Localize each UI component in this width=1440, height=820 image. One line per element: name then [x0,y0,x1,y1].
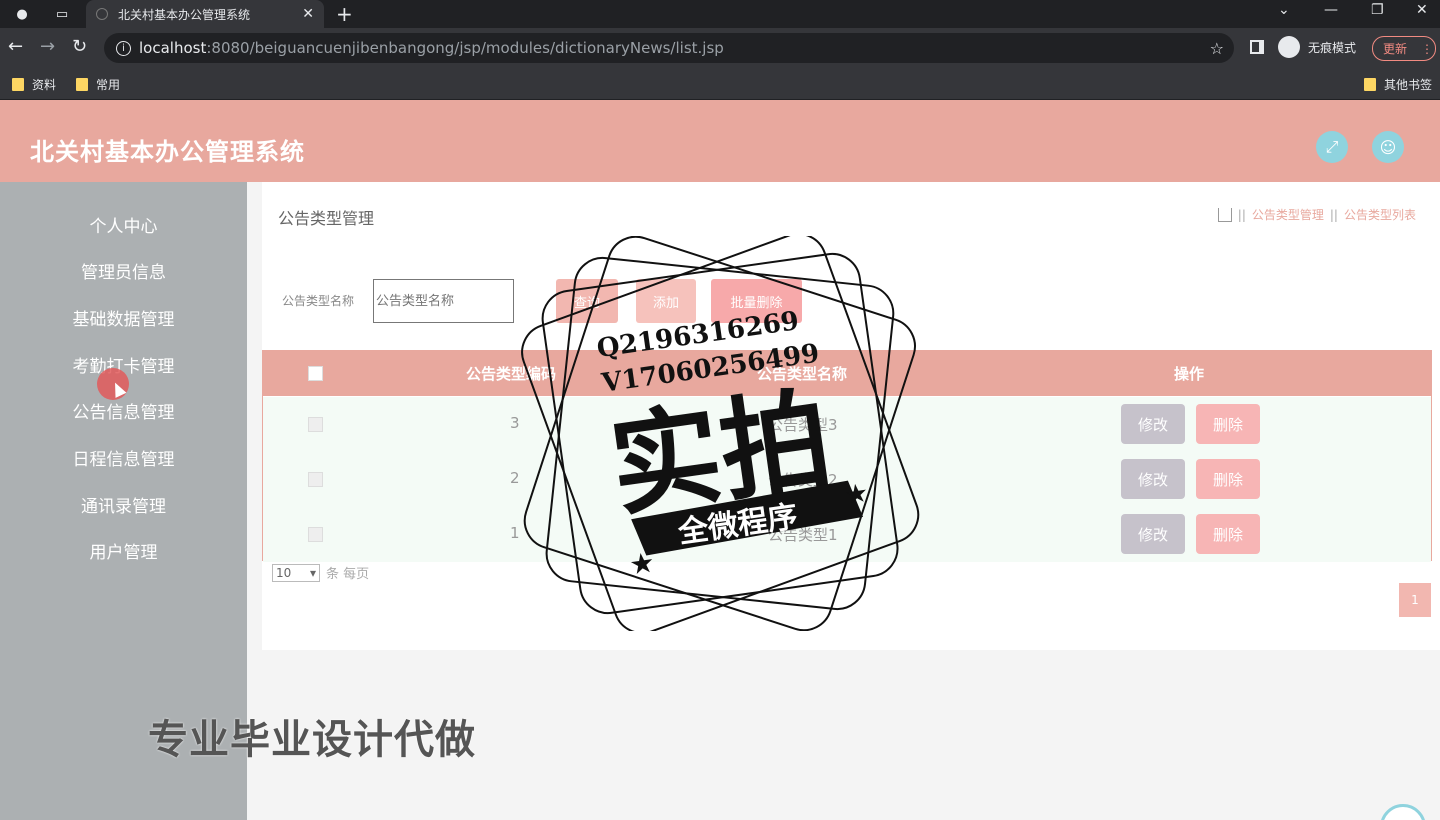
folder-icon [76,78,88,91]
select-all-checkbox[interactable] [308,366,323,381]
bookmark-folder-changyong[interactable]: 常用 [76,76,120,93]
delete-button[interactable]: 删除 [1196,404,1260,444]
edit-button[interactable]: 修改 [1121,514,1185,554]
home-icon[interactable] [1217,207,1232,222]
star-icon: ★ [627,546,656,582]
filter-label: 公告类型名称 [282,294,355,308]
notice-type-name-input[interactable] [373,279,514,323]
sidebar-item-contacts[interactable]: 通讯录管理 [0,492,247,522]
reload-icon[interactable]: ↻ [72,36,87,57]
bookmark-star-icon[interactable]: ☆ [1210,39,1224,58]
forward-icon[interactable]: → [40,36,55,57]
back-icon[interactable]: ← [8,36,23,57]
breadcrumb-item[interactable]: 公告类型管理 [1252,206,1324,223]
incognito-label: 无痕模式 [1308,40,1357,55]
site-info-icon[interactable]: i [116,40,131,56]
cell-code: 1 [510,524,520,542]
per-page-suffix: 条 每页 [326,567,370,582]
scroll-top-icon[interactable] [1380,804,1426,820]
row-checkbox[interactable] [308,472,323,487]
fullscreen-icon[interactable]: ⤢ [1316,131,1348,163]
new-tab-icon[interactable]: + [336,2,353,26]
breadcrumb: || 公告类型管理 || 公告类型列表 [1217,206,1416,223]
browser-tab-bar: ● ▭ 北关村基本办公管理系统 ✕ + ⌄ — ❐ ✕ [0,0,1440,28]
cell-code: 2 [510,469,520,487]
update-label: 更新 [1383,42,1408,56]
edit-button[interactable]: 修改 [1121,459,1185,499]
pagination-page-button[interactable]: 1 [1399,583,1431,617]
browser-tab[interactable]: 北关村基本办公管理系统 ✕ [86,0,324,28]
breadcrumb-separator: || [1329,207,1338,222]
row-checkbox[interactable] [308,527,323,542]
url-host: localhost [139,39,207,57]
window-icon[interactable]: ▭ [52,4,72,24]
per-page-control: 10 条 每页 [272,563,369,582]
stamp-overlay: Q2196316269 V17060256499 实拍 全微程序 ★ ★ [521,236,920,631]
row-checkbox[interactable] [308,417,323,432]
tab-title: 北关村基本办公管理系统 [118,7,251,22]
per-page-select[interactable]: 10 [272,563,320,582]
globe-icon[interactable]: ● [12,4,32,24]
address-bar: ← → ↻ i localhost :8080/beiguancuenjiben… [0,28,1440,68]
bookmark-label: 常用 [96,78,121,92]
incognito-icon [1278,36,1300,58]
url-input[interactable]: i localhost :8080/beiguancuenjibenbangon… [104,33,1234,63]
breadcrumb-item: 公告类型列表 [1343,208,1416,222]
sidebar-item-notices[interactable]: 公告信息管理 [0,398,247,428]
bookmark-folder-ziliao[interactable]: 资料 [12,76,56,93]
user-icon[interactable]: ☺ [1372,131,1404,163]
bookmark-label: 其他书签 [1384,78,1433,92]
close-window-icon[interactable]: ✕ [1416,2,1428,18]
page-title: 公告类型管理 [278,209,375,228]
cell-code: 3 [510,414,520,432]
other-bookmarks[interactable]: 其他书签 [1364,76,1432,93]
tab-favicon-icon [96,8,108,20]
incognito-indicator[interactable]: 无痕模式 [1278,36,1356,58]
url-path: :8080/beiguancuenjibenbangong/jsp/module… [206,39,724,57]
minimize-icon[interactable]: — [1324,2,1338,18]
sidebar-item-users[interactable]: 用户管理 [0,538,247,568]
bookmarks-bar: 资料 常用 其他书签 [0,68,1440,100]
folder-icon [12,78,24,91]
delete-button[interactable]: 删除 [1196,459,1260,499]
update-button[interactable]: 更新 ⋮ [1372,36,1436,61]
breadcrumb-separator: || [1237,207,1246,222]
bookmark-label: 资料 [32,78,57,92]
sidebar-item-admin-info[interactable]: 管理员信息 [0,258,247,288]
column-header-actions: 操作 [1174,365,1205,383]
app-title: 北关村基本办公管理系统 [30,138,305,166]
delete-button[interactable]: 删除 [1196,514,1260,554]
chevron-down-icon[interactable]: ⌄ [1278,2,1290,18]
watermark-text: 专业毕业设计代做 [148,717,476,763]
close-tab-icon[interactable]: ✕ [302,6,314,22]
restore-icon[interactable]: ❐ [1371,2,1384,18]
edit-button[interactable]: 修改 [1121,404,1185,444]
folder-icon [1364,78,1376,91]
sidebar-item-basic-data[interactable]: 基础数据管理 [0,305,247,335]
star-icon: ★ [843,478,870,511]
sidebar-item-schedule[interactable]: 日程信息管理 [0,445,247,475]
side-panel-icon[interactable] [1250,40,1264,54]
menu-dots-icon: ⋮ [1421,41,1434,56]
sidebar-item-personal-center[interactable]: 个人中心 [0,212,247,242]
